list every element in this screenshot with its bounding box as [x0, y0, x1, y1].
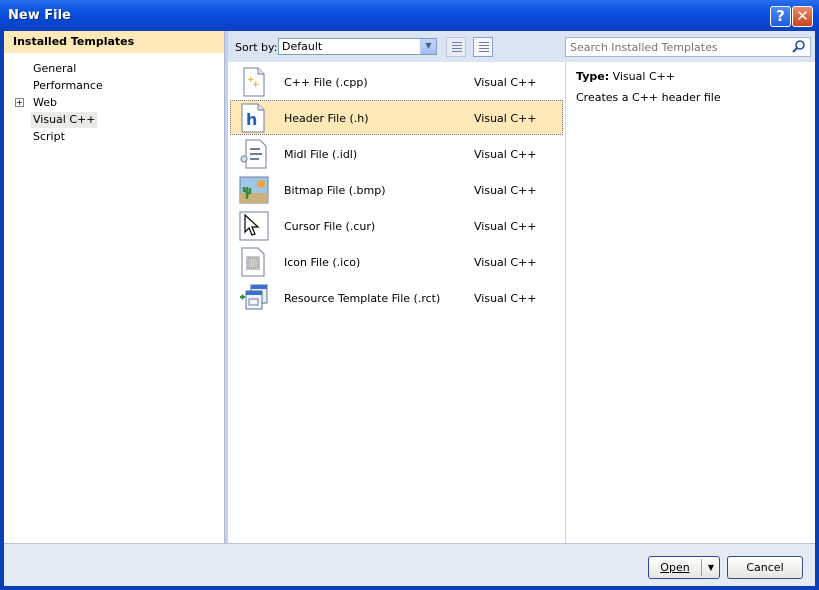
template-language: Visual C++ — [474, 220, 537, 233]
template-name: Bitmap File (.bmp) — [284, 184, 386, 197]
template-row-cpp[interactable]: + + C++ File (.cpp) Visual C++ — [230, 64, 563, 99]
template-description: Creates a C++ header file — [576, 91, 721, 104]
template-language: Visual C++ — [474, 76, 537, 89]
template-row-bitmap[interactable]: Bitmap File (.bmp) Visual C++ — [230, 172, 563, 207]
template-list: + + C++ File (.cpp) Visual C++ h Header … — [228, 62, 566, 543]
template-language: Visual C++ — [474, 184, 537, 197]
template-row-midl[interactable]: Midl File (.idl) Visual C++ — [230, 136, 563, 171]
new-file-dialog: New File ? ✕ Installed Templates General… — [0, 0, 819, 590]
expand-web-icon[interactable]: + — [15, 98, 24, 107]
search-input[interactable] — [570, 40, 785, 54]
template-category-panel: Installed Templates General Performance … — [4, 31, 225, 543]
template-language: Visual C++ — [474, 148, 537, 161]
small-icons-view-button[interactable] — [446, 37, 466, 57]
resource-template-icon — [240, 284, 268, 310]
dialog-body: Installed Templates General Performance … — [4, 31, 815, 586]
sort-by-label: Sort by: — [235, 41, 278, 54]
details-view-icon — [479, 42, 489, 53]
template-row-resource[interactable]: Resource Template File (.rct) Visual C++ — [230, 280, 563, 315]
category-general[interactable]: General — [31, 61, 78, 77]
type-label: Type: — [576, 70, 610, 83]
template-name: Cursor File (.cur) — [284, 220, 376, 233]
midl-file-icon — [240, 139, 267, 169]
template-language: Visual C++ — [474, 292, 537, 305]
sort-by-dropdown[interactable]: Default ▼ — [278, 38, 437, 55]
help-button[interactable]: ? — [770, 6, 791, 27]
template-language: Visual C++ — [474, 112, 537, 125]
type-value: Visual C++ — [612, 70, 676, 83]
template-language: Visual C++ — [474, 256, 537, 269]
search-box[interactable] — [565, 37, 811, 57]
open-button-label: Open — [660, 561, 690, 574]
chevron-down-icon[interactable]: ▼ — [420, 39, 436, 54]
small-icons-view-icon — [452, 42, 462, 53]
details-view-button[interactable] — [473, 37, 493, 57]
header-file-icon: h — [241, 103, 265, 133]
icon-file-icon — [241, 247, 265, 277]
button-bar: Open ▼ Cancel — [4, 543, 815, 586]
template-row-icon[interactable]: Icon File (.ico) Visual C++ — [230, 244, 563, 279]
category-visual-cpp[interactable]: Visual C++ — [31, 112, 98, 128]
window-title: New File — [8, 8, 71, 23]
sort-by-value: Default — [282, 40, 323, 53]
open-options-chevron-down-icon[interactable]: ▼ — [704, 557, 718, 578]
template-details-panel: Type: Visual C++ Creates a C++ header fi… — [566, 62, 815, 543]
svg-text:+: + — [252, 80, 260, 90]
category-performance[interactable]: Performance — [31, 78, 105, 94]
cursor-file-icon — [239, 211, 269, 241]
open-button[interactable]: Open ▼ — [648, 556, 720, 579]
cancel-button[interactable]: Cancel — [727, 556, 803, 579]
template-row-header[interactable]: h Header File (.h) Visual C++ — [230, 100, 563, 135]
search-icon[interactable] — [791, 39, 807, 55]
category-script[interactable]: Script — [31, 129, 67, 145]
svg-text:h: h — [246, 110, 257, 129]
template-name: Header File (.h) — [284, 112, 369, 125]
title-bar[interactable]: New File ? ✕ — [0, 0, 819, 31]
installed-templates-header: Installed Templates — [4, 31, 224, 53]
category-web[interactable]: Web — [31, 95, 59, 111]
template-type: Type: Visual C++ — [576, 70, 675, 83]
cpp-file-icon: + + — [243, 67, 265, 97]
template-name: Midl File (.idl) — [284, 148, 358, 161]
template-name: Resource Template File (.rct) — [284, 292, 441, 305]
template-toolbar: Sort by: Default ▼ — [228, 31, 815, 62]
close-button[interactable]: ✕ — [792, 6, 813, 27]
template-name: C++ File (.cpp) — [284, 76, 368, 89]
split-divider — [701, 559, 702, 576]
template-row-cursor[interactable]: Cursor File (.cur) Visual C++ — [230, 208, 563, 243]
template-name: Icon File (.ico) — [284, 256, 361, 269]
bitmap-file-icon — [239, 176, 269, 204]
installed-templates-label: Installed Templates — [13, 35, 135, 48]
